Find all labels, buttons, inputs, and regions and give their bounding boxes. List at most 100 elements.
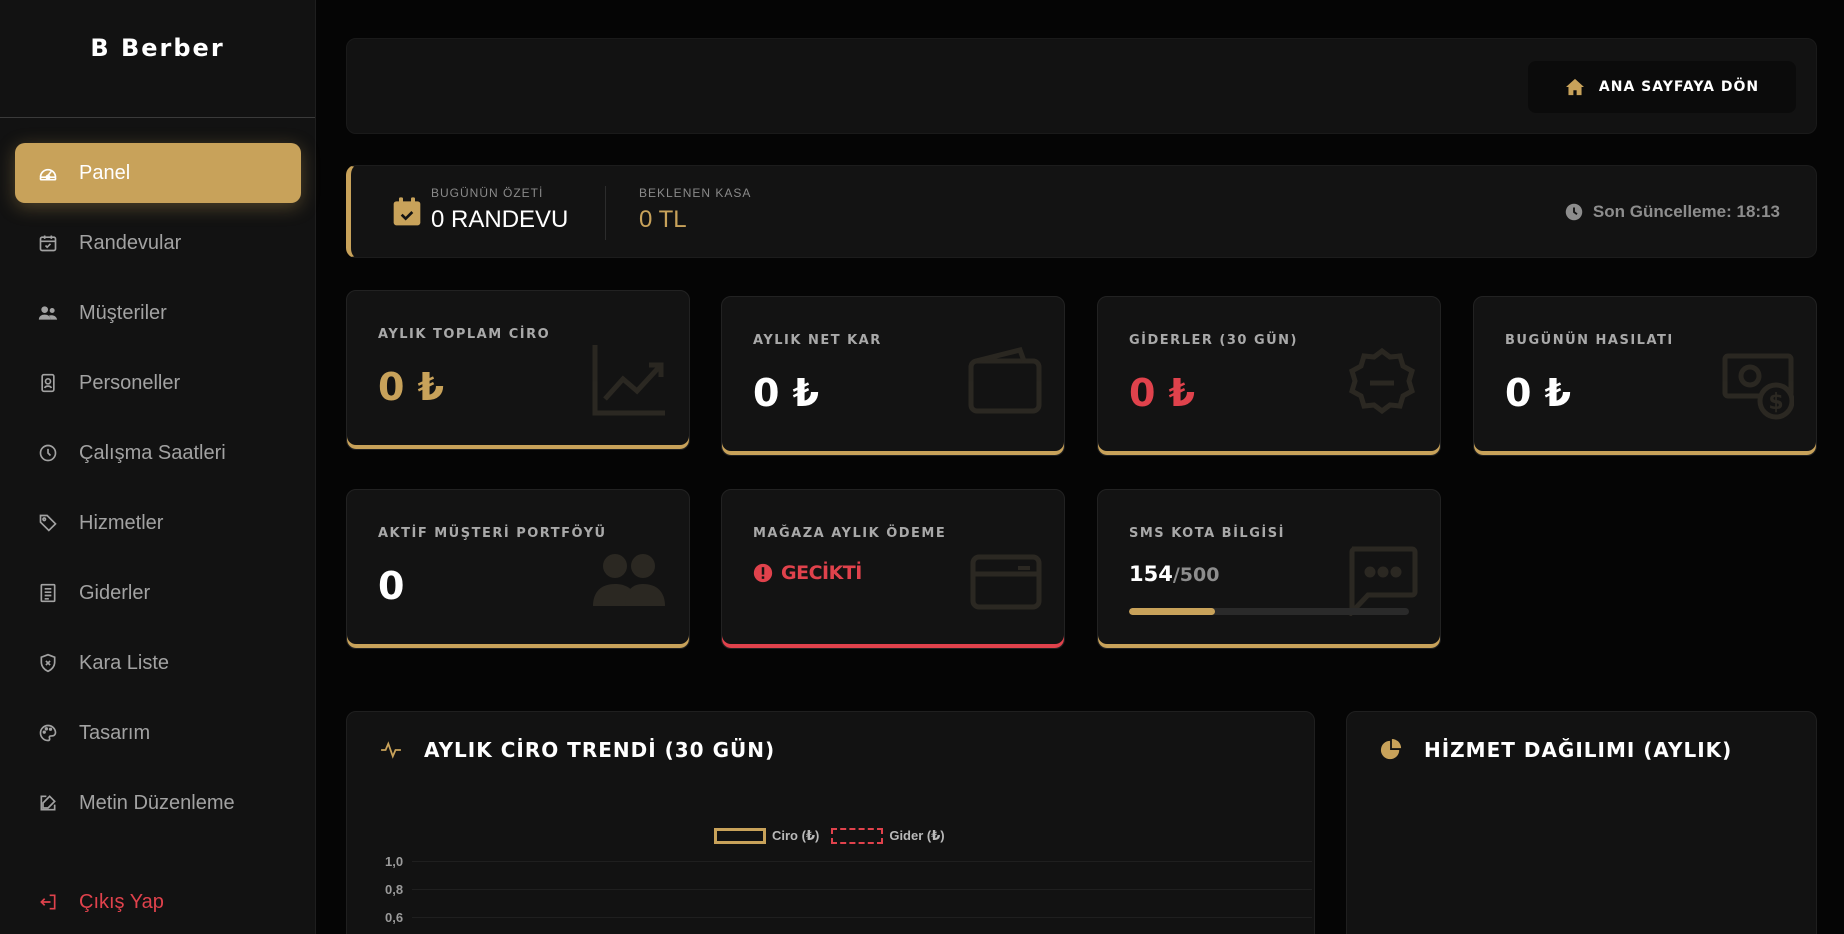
sidebar-item-calisma-saatleri[interactable]: Çalışma Saatleri xyxy=(15,423,301,483)
stat-title: MAĞAZA AYLIK ÖDEME xyxy=(753,526,947,541)
stat-title: SMS KOTA BİLGİSİ xyxy=(1129,526,1285,541)
sidebar-item-randevular[interactable]: Randevular xyxy=(15,213,301,273)
y-tick: 0,6 xyxy=(385,910,404,925)
chart-legend: Ciro (₺) Gider (₺) xyxy=(714,828,945,844)
receipt-icon xyxy=(37,582,59,604)
trend-title: AYLIK CİRO TRENDİ (30 GÜN) xyxy=(424,738,776,762)
logout-button[interactable]: Çıkış Yap xyxy=(15,872,301,932)
pie-chart-icon xyxy=(1380,739,1402,761)
sidebar-item-kara-liste[interactable]: Kara Liste xyxy=(15,633,301,693)
sidebar-item-musteriler[interactable]: Müşteriler xyxy=(15,283,301,343)
payment-status-text: GECİKTİ xyxy=(781,562,862,584)
home-button[interactable]: ANA SAYFAYA DÖN xyxy=(1528,61,1796,113)
stat-card-today-income: BUGÜNÜN HASILATI 0 ₺ $ xyxy=(1473,296,1817,456)
stat-value: 0 xyxy=(378,564,405,608)
minus-badge-icon xyxy=(1346,347,1418,424)
sidebar-item-panel[interactable]: Panel xyxy=(15,143,301,203)
home-button-label: ANA SAYFAYA DÖN xyxy=(1598,79,1760,95)
stat-value: 0 ₺ xyxy=(1505,371,1572,415)
stat-title: AYLIK NET KAR xyxy=(753,333,882,348)
tags-icon xyxy=(37,512,59,534)
users-icon xyxy=(37,302,59,324)
sidebar-item-label: Panel xyxy=(79,161,131,184)
grid-line xyxy=(412,861,1312,862)
today-value: 0 RANDEVU xyxy=(431,206,569,233)
money-bill-icon: $ xyxy=(1722,353,1795,428)
revenue-trend-panel: AYLIK CİRO TRENDİ (30 GÜN) Ciro (₺) Gide… xyxy=(346,711,1315,934)
sms-total: /500 xyxy=(1172,564,1220,586)
calendar-check-icon xyxy=(391,196,423,233)
sidebar-item-label: Metin Düzenleme xyxy=(79,791,235,814)
legend-swatch-gider xyxy=(831,828,884,844)
id-badge-icon xyxy=(37,372,59,394)
sidebar-item-label: Müşteriler xyxy=(79,301,167,324)
legend-swatch-ciro xyxy=(714,828,766,844)
expected-label: BEKLENEN KASA xyxy=(639,186,752,200)
last-update-text: Son Güncelleme: 18:13 xyxy=(1592,202,1780,221)
today-summary: BUGÜNÜN ÖZETİ 0 RANDEVU BEKLENEN KASA 0 … xyxy=(346,165,1817,258)
exclamation-circle-icon xyxy=(753,563,773,583)
home-icon xyxy=(1565,78,1585,96)
legend-gider: Gider (₺) xyxy=(889,828,945,843)
distribution-title: HİZMET DAĞILIMI (AYLIK) xyxy=(1424,738,1733,762)
clock-icon xyxy=(1565,203,1583,221)
y-tick: 1,0 xyxy=(385,854,404,869)
svg-text:$: $ xyxy=(1768,390,1783,415)
distribution-header: HİZMET DAĞILIMI (AYLIK) xyxy=(1380,738,1732,762)
stat-card-expenses: GİDERLER (30 GÜN) 0 ₺ xyxy=(1097,296,1441,456)
sms-used: 154 xyxy=(1129,562,1173,586)
grid-line xyxy=(412,917,1312,918)
sidebar-item-metin-duzenleme[interactable]: Metin Düzenleme xyxy=(15,773,301,833)
sms-quota: 154/500 xyxy=(1129,562,1219,586)
sidebar-item-giderler[interactable]: Giderler xyxy=(15,563,301,623)
stat-title: GİDERLER (30 GÜN) xyxy=(1129,333,1298,348)
clock-icon xyxy=(37,442,59,464)
summary-divider xyxy=(605,186,606,240)
logout-label: Çıkış Yap xyxy=(79,890,164,913)
stat-value: 0 ₺ xyxy=(1129,371,1196,415)
gauge-icon xyxy=(37,162,59,184)
brand: B Berber xyxy=(0,0,315,118)
brand-name: B Berber xyxy=(90,33,225,62)
calendar-check-icon xyxy=(37,232,59,254)
legend-ciro: Ciro (₺) xyxy=(772,828,820,843)
sidebar-item-label: Giderler xyxy=(79,581,151,604)
y-tick: 0,8 xyxy=(385,882,404,897)
service-distribution-panel: HİZMET DAĞILIMI (AYLIK) xyxy=(1346,711,1817,934)
sidebar-item-label: Hizmetler xyxy=(79,511,164,534)
stat-value: 0 ₺ xyxy=(378,365,445,409)
expected-value: 0 TL xyxy=(639,206,687,233)
pulse-icon xyxy=(380,741,402,759)
palette-icon xyxy=(37,722,59,744)
last-update: Son Güncelleme: 18:13 xyxy=(1565,202,1780,222)
shield-icon xyxy=(37,652,59,674)
today-label: BUGÜNÜN ÖZETİ xyxy=(431,186,544,200)
sidebar-item-tasarim[interactable]: Tasarım xyxy=(15,703,301,763)
sidebar-item-label: Tasarım xyxy=(79,721,151,744)
sms-progress-bar xyxy=(1129,608,1409,615)
sidebar-item-label: Çalışma Saatleri xyxy=(79,441,226,464)
logout-icon xyxy=(37,891,59,913)
credit-card-icon xyxy=(970,554,1042,615)
stat-value: 0 ₺ xyxy=(753,371,820,415)
sidebar-item-label: Kara Liste xyxy=(79,651,170,674)
stat-title: AYLIK TOPLAM CİRO xyxy=(378,327,551,342)
chart-line-icon xyxy=(591,343,667,422)
payment-status: GECİKTİ xyxy=(753,562,862,584)
sidebar-nav: Panel Randevular Müşteriler Personeller … xyxy=(15,143,301,913)
sidebar: B Berber Panel Randevular Müşteriler Per… xyxy=(0,0,316,934)
stat-card-store-payment: MAĞAZA AYLIK ÖDEME GECİKTİ xyxy=(721,489,1065,649)
sidebar-item-hizmetler[interactable]: Hizmetler xyxy=(15,493,301,553)
stat-title: AKTİF MÜŞTERİ PORTFÖYÜ xyxy=(378,526,607,541)
stat-card-monthly-revenue: AYLIK TOPLAM CİRO 0 ₺ xyxy=(346,290,690,450)
sms-progress-fill xyxy=(1129,608,1216,615)
edit-icon xyxy=(37,792,59,814)
grid-line xyxy=(412,889,1312,890)
sidebar-item-personeller[interactable]: Personeller xyxy=(15,353,301,413)
sidebar-item-label: Randevular xyxy=(79,231,182,254)
top-bar: ANA SAYFAYA DÖN xyxy=(346,38,1817,134)
trend-header: AYLIK CİRO TRENDİ (30 GÜN) xyxy=(380,738,775,762)
wallet-icon xyxy=(968,347,1042,420)
users-icon xyxy=(591,552,667,613)
stat-card-customers: AKTİF MÜŞTERİ PORTFÖYÜ 0 xyxy=(346,489,690,649)
